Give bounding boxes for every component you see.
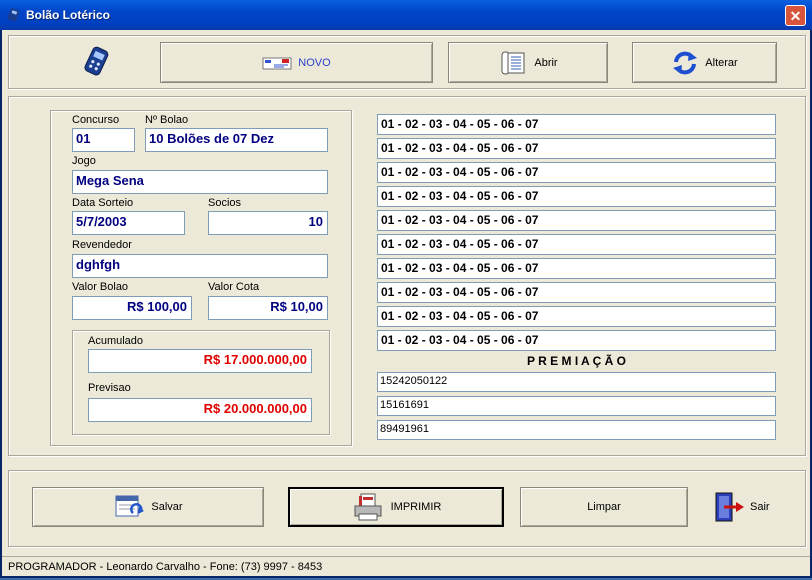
refresh-arrows-icon bbox=[673, 51, 698, 74]
valor-cota-field[interactable]: R$ 10,00 bbox=[208, 296, 328, 320]
number-row[interactable]: 01 - 02 - 03 - 04 - 05 - 06 - 07 bbox=[377, 306, 776, 327]
acumulado-label: Acumulado bbox=[88, 335, 144, 347]
number-row[interactable]: 01 - 02 - 03 - 04 - 05 - 06 - 07 bbox=[377, 258, 776, 279]
jogo-label: Jogo bbox=[72, 155, 96, 167]
valor-cota-label: Valor Cota bbox=[208, 281, 260, 293]
revendedor-field[interactable]: dghfgh bbox=[72, 254, 328, 278]
alterar-label: Alterar bbox=[705, 56, 738, 69]
number-row[interactable]: 01 - 02 - 03 - 04 - 05 - 06 - 07 bbox=[377, 330, 776, 351]
number-row[interactable]: 01 - 02 - 03 - 04 - 05 - 06 - 07 bbox=[377, 234, 776, 255]
new-document-icon bbox=[262, 57, 292, 69]
prize-field[interactable]: 15242050122 bbox=[377, 372, 776, 392]
number-row[interactable]: 01 - 02 - 03 - 04 - 05 - 06 - 07 bbox=[377, 138, 776, 159]
concurso-label: Concurso bbox=[72, 114, 120, 126]
number-row[interactable]: 01 - 02 - 03 - 04 - 05 - 06 - 07 bbox=[377, 186, 776, 207]
title-bar[interactable]: Bolão Lotérico ✕ bbox=[0, 0, 812, 30]
novo-label: NOVO bbox=[298, 56, 331, 69]
previsao-field[interactable]: R$ 20.000.000,00 bbox=[88, 398, 312, 422]
main-window: Bolão Lotérico ✕ NOVO Abrir Alterar Conc… bbox=[0, 0, 812, 578]
nbolao-label: Nº Bolao bbox=[145, 114, 189, 126]
printer-icon bbox=[354, 493, 382, 521]
previsao-label: Previsao bbox=[88, 382, 131, 394]
salvar-label: Salvar bbox=[151, 501, 183, 513]
socios-field[interactable]: 10 bbox=[208, 211, 328, 235]
prize-field[interactable]: 15161691 bbox=[377, 396, 776, 416]
imprimir-label: IMPRIMIR bbox=[390, 501, 442, 513]
nbolao-field[interactable]: 10 Bolões de 07 Dez bbox=[145, 128, 328, 152]
abrir-button[interactable]: Abrir bbox=[448, 42, 608, 83]
calendar-save-icon bbox=[115, 495, 145, 517]
close-button[interactable]: ✕ bbox=[785, 5, 806, 26]
data-sorteio-label: Data Sorteio bbox=[72, 197, 134, 209]
revendedor-label: Revendedor bbox=[72, 239, 132, 251]
number-row[interactable]: 01 - 02 - 03 - 04 - 05 - 06 - 07 bbox=[377, 162, 776, 183]
number-row[interactable]: 01 - 02 - 03 - 04 - 05 - 06 - 07 bbox=[377, 114, 776, 135]
alterar-button[interactable]: Alterar bbox=[632, 42, 777, 83]
salvar-button[interactable]: Salvar bbox=[32, 487, 264, 527]
jogo-field[interactable]: Mega Sena bbox=[72, 170, 328, 194]
exit-door-icon bbox=[715, 492, 744, 522]
premiacao-title: P R E M I A Ç Ã O bbox=[527, 354, 626, 368]
sair-button[interactable]: Sair bbox=[712, 487, 776, 527]
valor-bolao-field[interactable]: R$ 100,00 bbox=[72, 296, 192, 320]
status-bar: PROGRAMADOR - Leonardo Carvalho - Fone: … bbox=[2, 556, 810, 576]
limpar-button[interactable]: Limpar bbox=[520, 487, 688, 527]
valor-bolao-label: Valor Bolao bbox=[72, 281, 129, 293]
window-title: Bolão Lotérico bbox=[26, 8, 111, 22]
data-sorteio-field[interactable]: 5/7/2003 bbox=[72, 211, 185, 235]
calculator-icon bbox=[84, 46, 109, 76]
open-book-icon bbox=[501, 51, 525, 74]
number-row[interactable]: 01 - 02 - 03 - 04 - 05 - 06 - 07 bbox=[377, 210, 776, 231]
acumulado-field[interactable]: R$ 17.000.000,00 bbox=[88, 349, 312, 373]
socios-label: Socios bbox=[208, 197, 242, 209]
novo-button[interactable]: NOVO bbox=[160, 42, 433, 83]
limpar-label: Limpar bbox=[587, 501, 621, 513]
app-icon bbox=[7, 8, 20, 22]
abrir-label: Abrir bbox=[534, 56, 558, 69]
concurso-field[interactable]: 01 bbox=[72, 128, 135, 152]
prize-field[interactable]: 89491961 bbox=[377, 420, 776, 440]
number-row[interactable]: 01 - 02 - 03 - 04 - 05 - 06 - 07 bbox=[377, 282, 776, 303]
imprimir-button[interactable]: IMPRIMIR bbox=[288, 487, 504, 527]
sair-label: Sair bbox=[750, 501, 770, 513]
